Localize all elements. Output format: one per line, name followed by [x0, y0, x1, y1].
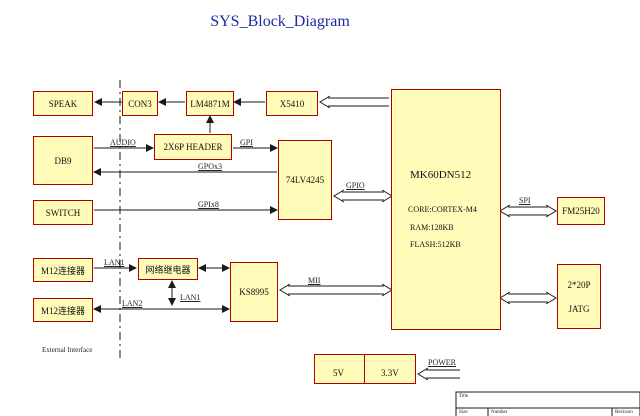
- title-block-size: Size: [459, 410, 468, 415]
- spi-bus: [499, 204, 557, 218]
- mcu-flash: FLASH:512KB: [410, 240, 461, 249]
- x5410-label: X5410: [279, 98, 305, 109]
- ks8995-label: KS8995: [239, 287, 269, 297]
- jatg-block: 2*20P JATG: [557, 264, 601, 329]
- header-label: 2X6P HEADER: [163, 142, 223, 152]
- header-block: 2X6P HEADER: [154, 134, 232, 160]
- mcu-ram: RAM:128KB: [410, 223, 454, 232]
- lm4871m-label: LM4871M: [190, 98, 230, 109]
- m12-2-label: M12连接器: [40, 305, 85, 316]
- speak-block: SPEAK: [33, 91, 93, 116]
- lan1-label-b: LAN1: [180, 293, 201, 302]
- gpix8-label: GPIx8: [198, 200, 219, 209]
- power-bus: [417, 367, 460, 381]
- x5410-block: X5410: [266, 91, 318, 116]
- mcu-to-x5410-bus: [319, 95, 389, 109]
- mii-bus: [279, 283, 393, 297]
- spi-label: SPI: [519, 196, 531, 205]
- lv4245-block: 74LV4245: [278, 140, 332, 220]
- power-label: POWER: [428, 358, 456, 367]
- jatg-bottom-label: JATG: [568, 303, 590, 314]
- lm4871m-block: LM4871M: [186, 91, 234, 116]
- switch-label: SWITCH: [45, 207, 81, 218]
- power-block: [314, 354, 416, 384]
- con3-label: CON3: [128, 98, 152, 109]
- lan2-label: LAN2: [122, 299, 143, 308]
- title-block-frame: [455, 391, 640, 416]
- title-block-revision: Revision: [615, 410, 633, 415]
- mcu-core: CORE:CORTEX-M4: [408, 205, 477, 214]
- lv4245-label: 74LV4245: [285, 175, 325, 185]
- gpio-bus: [333, 189, 393, 203]
- audio-label: AUDIO: [110, 138, 136, 147]
- gpi-label: GPI: [240, 138, 253, 147]
- gpox3-label: GPOx3: [198, 162, 223, 171]
- relay-label: 网络继电器: [145, 264, 191, 275]
- relay-block: 网络继电器: [138, 258, 198, 280]
- fm25h20-block: FM25H20: [557, 197, 605, 225]
- title-block-title: Title: [459, 394, 469, 399]
- jatg-bus: [499, 291, 557, 305]
- power-divider: [364, 355, 365, 383]
- power-33v: 3.3V: [381, 368, 399, 378]
- mcu-name: MK60DN512: [410, 169, 472, 181]
- m12-connector-1: M12连接器: [33, 258, 93, 282]
- lan1-label-a: LAN1: [104, 258, 125, 267]
- external-interface-label: External Interface: [42, 346, 93, 354]
- m12-connector-2: M12连接器: [33, 298, 93, 322]
- m12-1-label: M12连接器: [40, 265, 85, 276]
- db9-block: DB9: [33, 136, 93, 185]
- mii-label: MII: [308, 276, 321, 285]
- con3-block: CON3: [122, 91, 158, 116]
- title-block-number: Number: [491, 410, 508, 415]
- power-5v: 5V: [333, 368, 344, 378]
- jatg-top-label: 2*20P: [567, 279, 591, 290]
- switch-block: SWITCH: [33, 200, 93, 225]
- ks8995-block: KS8995: [230, 262, 278, 322]
- gpio-label: GPIO: [346, 181, 365, 190]
- fm25h20-label: FM25H20: [562, 206, 600, 216]
- speak-label: SPEAK: [48, 98, 78, 109]
- db9-label: DB9: [54, 155, 72, 166]
